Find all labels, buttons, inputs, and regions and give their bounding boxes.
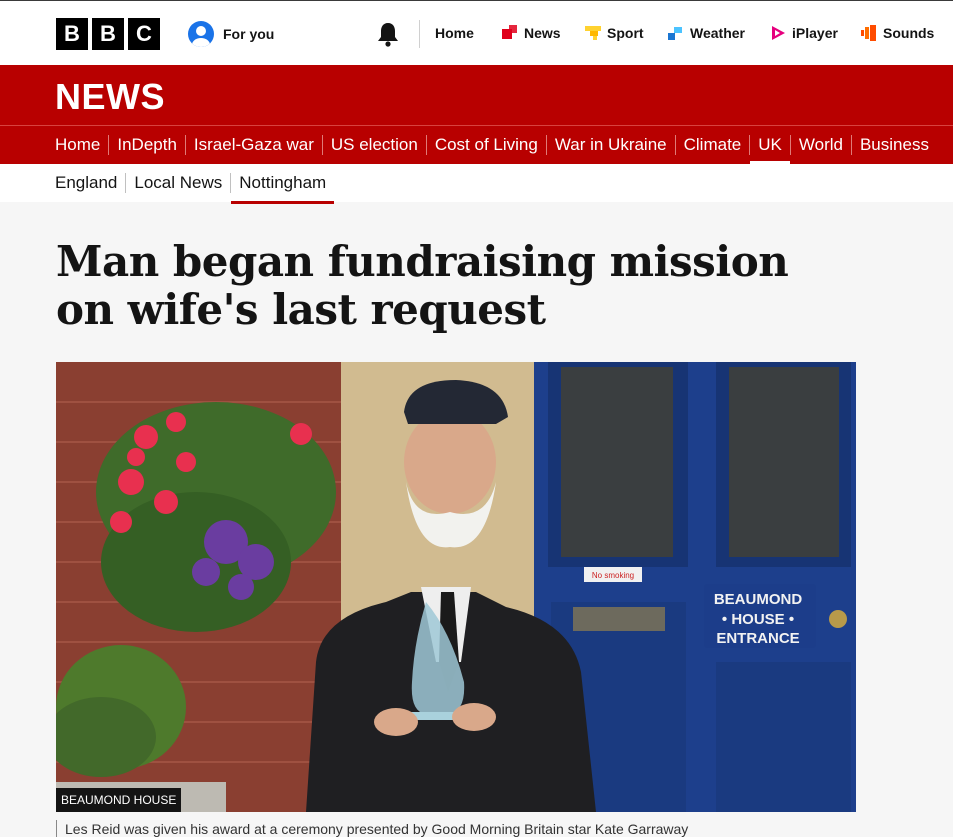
- door-sign-line-3: ENTRANCE: [716, 630, 799, 647]
- bbc-logo-block: B: [56, 18, 88, 50]
- no-smoking-sign: No smoking: [592, 571, 634, 580]
- door-sign-line-1: BEAUMOND: [714, 591, 802, 608]
- bbc-logo-block: C: [128, 18, 160, 50]
- nav-item-us-election[interactable]: US election: [321, 135, 426, 155]
- article-headline: Man began fundraising mission on wife's …: [56, 237, 789, 334]
- subnav-item-local-news[interactable]: Local News: [125, 173, 230, 193]
- nav-item-business[interactable]: Business: [850, 135, 937, 155]
- nav-item-cost-of-living[interactable]: Cost of Living: [425, 135, 546, 155]
- global-nav-sport[interactable]: Sport: [585, 25, 644, 41]
- image-copyright: BEAUMOND HOUSE: [56, 788, 182, 812]
- nav-item-home[interactable]: Home: [55, 135, 108, 155]
- nav-item-war-in-ukraine[interactable]: War in Ukraine: [545, 135, 675, 155]
- global-nav-label: Home: [435, 25, 474, 41]
- nav-divider: [419, 20, 420, 48]
- global-nav-iplayer[interactable]: iPlayer: [770, 25, 838, 41]
- global-nav-label: Weather: [690, 25, 745, 41]
- article-photo-illustration: No smoking BEAUMOND • HOUSE • ENTRANCE: [56, 362, 856, 812]
- iplayer-icon: [772, 26, 785, 40]
- global-nav-label: Sounds: [883, 25, 935, 41]
- nav-item-world[interactable]: World: [789, 135, 851, 155]
- secondary-navigation: England Local News Nottingham: [0, 164, 953, 204]
- image-caption: Les Reid was given his award at a ceremo…: [56, 820, 688, 837]
- nav-item-indepth[interactable]: InDepth: [108, 135, 185, 155]
- news-logo[interactable]: NEWS: [55, 76, 165, 118]
- article-image: No smoking BEAUMOND • HOUSE • ENTRANCE B…: [56, 362, 856, 812]
- news-masthead: NEWS: [0, 65, 953, 125]
- nav-item-israel-gaza-war[interactable]: Israel-Gaza war: [184, 135, 322, 155]
- for-you-button[interactable]: For you: [188, 21, 274, 47]
- notifications-bell-icon[interactable]: [376, 21, 400, 47]
- global-nav-label: Sport: [607, 25, 644, 41]
- nav-item-climate[interactable]: Climate: [674, 135, 750, 155]
- global-nav-home[interactable]: Home: [435, 25, 474, 41]
- sounds-icon: [861, 25, 876, 41]
- primary-navigation: Home InDepth Israel-Gaza war US election…: [0, 125, 953, 165]
- weather-icon: [668, 27, 682, 40]
- for-you-label: For you: [223, 26, 275, 42]
- global-navigation: B B C For you Home News Sport Weather iP…: [0, 0, 953, 65]
- global-nav-news[interactable]: News: [502, 25, 561, 41]
- global-nav-label: News: [524, 25, 561, 41]
- global-nav-label: iPlayer: [792, 25, 838, 41]
- account-icon: [188, 21, 214, 47]
- subnav-item-nottingham[interactable]: Nottingham: [230, 173, 335, 204]
- subnav-item-england[interactable]: England: [55, 173, 125, 193]
- bbc-logo[interactable]: B B C: [56, 18, 160, 50]
- global-nav-sounds[interactable]: Sounds: [861, 25, 934, 41]
- news-icon: [502, 25, 517, 39]
- bbc-logo-block: B: [92, 18, 124, 50]
- door-sign-line-2: • HOUSE •: [722, 611, 794, 628]
- nav-item-uk[interactable]: UK: [749, 135, 790, 165]
- sport-icon: [585, 26, 601, 40]
- global-nav-weather[interactable]: Weather: [668, 25, 745, 41]
